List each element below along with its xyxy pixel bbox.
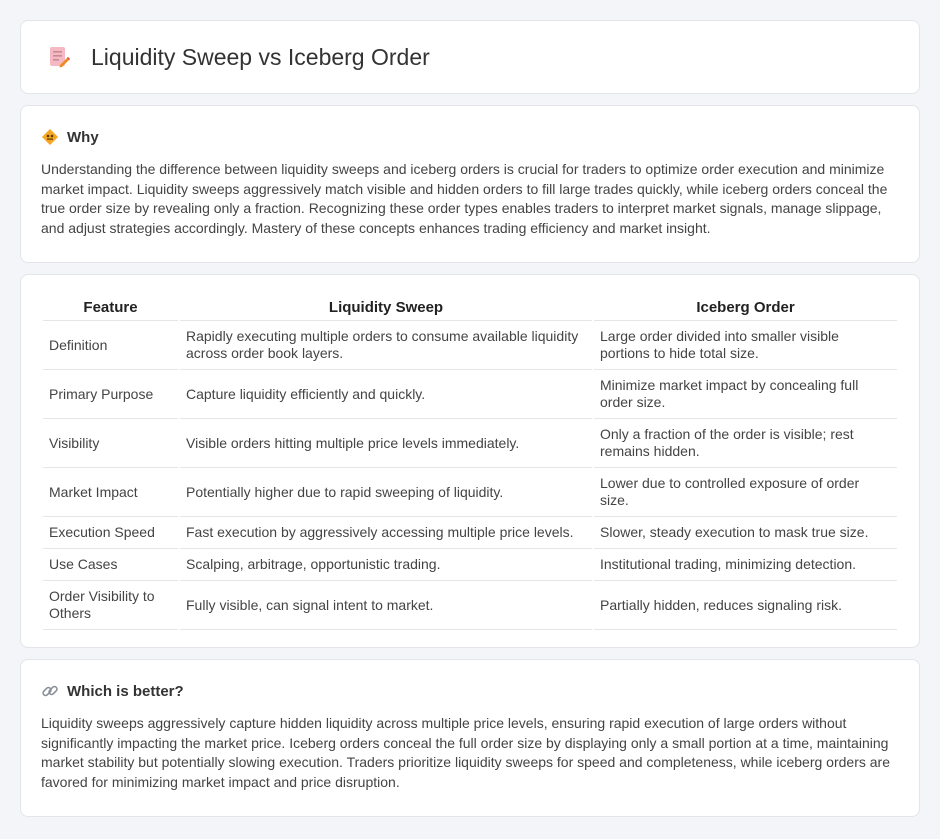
- liquidity-sweep-cell: Potentially higher due to rapid sweeping…: [180, 468, 592, 517]
- why-text: Understanding the difference between liq…: [41, 161, 888, 236]
- table-row: Execution Speed Fast execution by aggres…: [43, 517, 897, 549]
- table-row: Use Cases Scalping, arbitrage, opportuni…: [43, 549, 897, 581]
- iceberg-order-cell: Partially hidden, reduces signaling risk…: [594, 581, 897, 630]
- iceberg-order-cell: Only a fraction of the order is visible;…: [594, 419, 897, 468]
- header-iceberg-order: Iceberg Order: [594, 295, 897, 321]
- table-row: Visibility Visible orders hitting multip…: [43, 419, 897, 468]
- title-card: Liquidity Sweep vs Iceberg Order: [20, 20, 920, 94]
- liquidity-sweep-cell: Visible orders hitting multiple price le…: [180, 419, 592, 468]
- table-row: Primary Purpose Capture liquidity effici…: [43, 370, 897, 419]
- diamond-sign-icon: [41, 128, 59, 146]
- table-header-row: Feature Liquidity Sweep Iceberg Order: [43, 295, 897, 321]
- liquidity-sweep-cell: Scalping, arbitrage, opportunistic tradi…: [180, 549, 592, 581]
- better-text: Liquidity sweeps aggressively capture hi…: [41, 715, 890, 790]
- iceberg-order-cell: Lower due to controlled exposure of orde…: [594, 468, 897, 517]
- liquidity-sweep-cell: Fully visible, can signal intent to mark…: [180, 581, 592, 630]
- page-title: Liquidity Sweep vs Iceberg Order: [91, 43, 430, 70]
- better-title: Which is better?: [67, 682, 184, 700]
- feature-cell: Market Impact: [43, 468, 178, 517]
- why-title: Why: [67, 128, 99, 146]
- page: Liquidity Sweep vs Iceberg Order Why Und…: [0, 0, 940, 817]
- table-row: Definition Rapidly executing multiple or…: [43, 321, 897, 370]
- table-row: Market Impact Potentially higher due to …: [43, 468, 897, 517]
- iceberg-order-cell: Slower, steady execution to mask true si…: [594, 517, 897, 549]
- why-section: Why Understanding the difference between…: [20, 105, 920, 263]
- feature-cell: Visibility: [43, 419, 178, 468]
- feature-cell: Execution Speed: [43, 517, 178, 549]
- comparison-table: Feature Liquidity Sweep Iceberg Order De…: [41, 295, 899, 630]
- liquidity-sweep-cell: Rapidly executing multiple orders to con…: [180, 321, 592, 370]
- link-icon: [41, 682, 59, 700]
- table-row: Order Visibility to Others Fully visible…: [43, 581, 897, 630]
- iceberg-order-cell: Minimize market impact by concealing ful…: [594, 370, 897, 419]
- feature-cell: Definition: [43, 321, 178, 370]
- header-feature: Feature: [43, 295, 178, 321]
- liquidity-sweep-cell: Fast execution by aggressively accessing…: [180, 517, 592, 549]
- feature-cell: Primary Purpose: [43, 370, 178, 419]
- iceberg-order-cell: Large order divided into smaller visible…: [594, 321, 897, 370]
- iceberg-order-cell: Institutional trading, minimizing detect…: [594, 549, 897, 581]
- comparison-section: Feature Liquidity Sweep Iceberg Order De…: [20, 274, 920, 648]
- feature-cell: Order Visibility to Others: [43, 581, 178, 630]
- better-header: Which is better?: [41, 682, 899, 700]
- why-header: Why: [41, 128, 899, 146]
- document-edit-icon: [47, 45, 71, 69]
- header-liquidity-sweep: Liquidity Sweep: [180, 295, 592, 321]
- liquidity-sweep-cell: Capture liquidity efficiently and quickl…: [180, 370, 592, 419]
- feature-cell: Use Cases: [43, 549, 178, 581]
- which-is-better-section: Which is better? Liquidity sweeps aggres…: [20, 659, 920, 817]
